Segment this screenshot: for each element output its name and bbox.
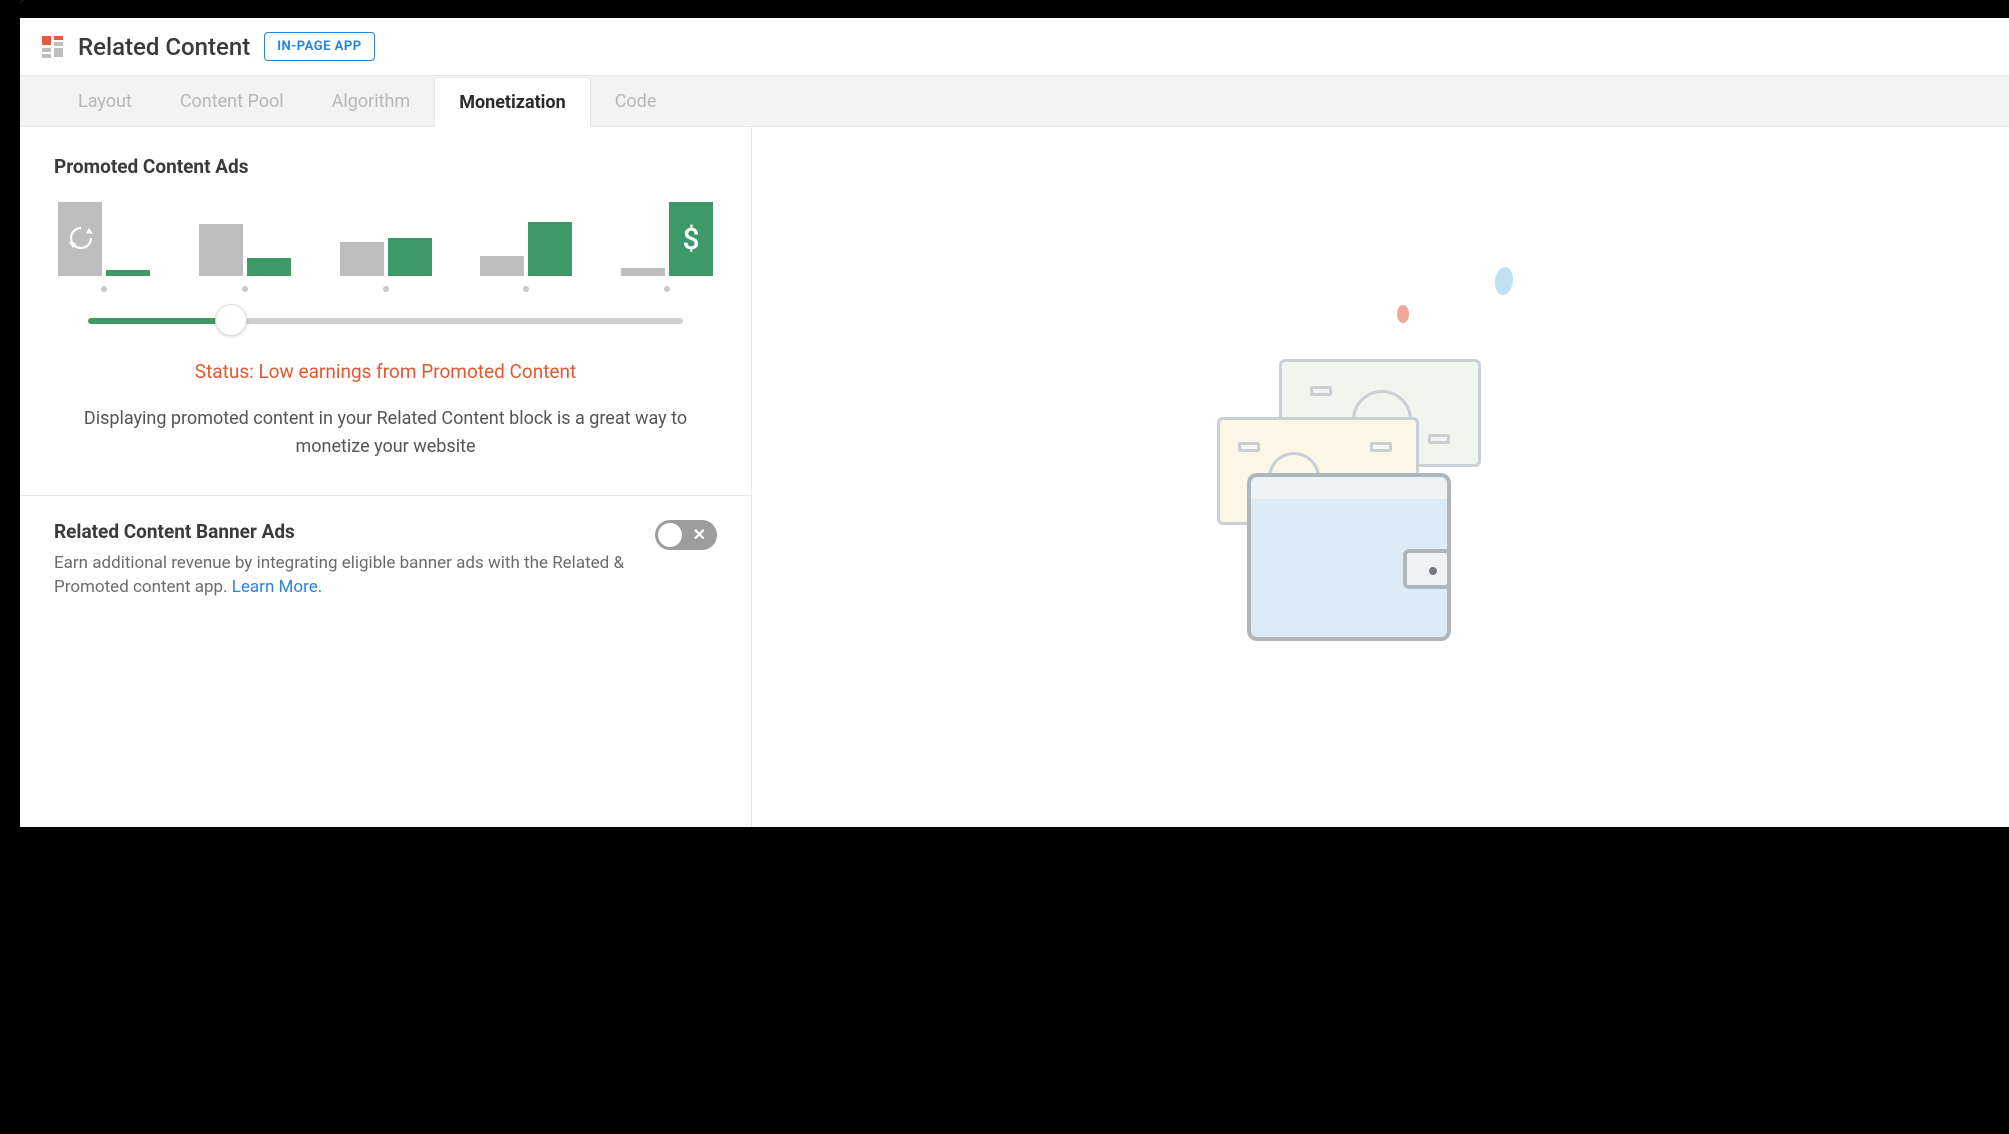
level-dot (664, 286, 670, 292)
wallet-icon (1247, 483, 1451, 641)
chart-level-5: $ (621, 202, 713, 292)
in-page-app-badge: IN-PAGE APP (264, 32, 374, 61)
left-rail (0, 0, 20, 827)
bar-green-1 (106, 270, 150, 276)
learn-more-link[interactable]: Learn More. (232, 577, 322, 597)
illustration-column (752, 127, 2009, 827)
promoted-ratio-slider[interactable] (88, 306, 683, 336)
tab-content-pool[interactable]: Content Pool (156, 77, 308, 126)
bar-green-2 (247, 258, 291, 276)
tab-layout[interactable]: Layout (54, 77, 156, 126)
bar-green-3 (388, 238, 432, 276)
slider-fill (88, 318, 231, 324)
tab-monetization[interactable]: Monetization (434, 77, 590, 127)
main-panel: Related Content IN-PAGE APP Layout Conte… (20, 0, 2009, 827)
body: Promoted Content Ads (20, 127, 2009, 827)
bar-grey-3 (340, 242, 384, 276)
banner-ads-toggle[interactable]: ✕ (655, 520, 717, 550)
level-dot (523, 286, 529, 292)
banner-text: Related Content Banner Ads Earn addition… (54, 520, 631, 600)
decorative-blob-red (1397, 305, 1409, 323)
promoted-heading: Promoted Content Ads (54, 155, 717, 178)
toggle-knob (658, 523, 682, 547)
header: Related Content IN-PAGE APP (20, 18, 2009, 75)
toggle-off-icon: ✕ (693, 525, 706, 544)
slider-thumb[interactable] (215, 304, 247, 336)
promoted-description: Displaying promoted content in your Rela… (54, 405, 717, 461)
decorative-blob-blue (1493, 266, 1515, 296)
level-dot (383, 286, 389, 292)
status-text: Status: Low earnings from Promoted Conte… (54, 360, 717, 383)
bar-grey-5 (621, 268, 665, 276)
dollar-icon: $ (669, 202, 713, 276)
wallet-illustration (1211, 267, 1551, 687)
promoted-content-section: Promoted Content Ads (20, 127, 751, 496)
chart-level-1 (58, 202, 150, 292)
banner-body: Earn additional revenue by integrating e… (54, 551, 631, 600)
bar-grey-4 (480, 256, 524, 276)
chart-level-4 (480, 202, 572, 292)
bar-grey-1 (58, 202, 102, 276)
banner-heading: Related Content Banner Ads (54, 520, 631, 543)
page-title: Related Content (78, 33, 250, 61)
tab-algorithm[interactable]: Algorithm (308, 77, 435, 126)
chart-level-2 (199, 202, 291, 292)
banner-ads-section: Related Content Banner Ads Earn addition… (20, 496, 751, 624)
recycle-icon (67, 224, 95, 252)
bar-grey-2 (199, 224, 243, 276)
tabs: Layout Content Pool Algorithm Monetizati… (20, 75, 2009, 127)
banner-body-text: Earn additional revenue by integrating e… (54, 553, 624, 598)
level-dot (101, 286, 107, 292)
settings-column: Promoted Content Ads (20, 127, 752, 827)
tab-code[interactable]: Code (591, 77, 681, 126)
level-dot (242, 286, 248, 292)
chart-level-3 (340, 202, 432, 292)
bar-green-4 (528, 222, 572, 276)
related-content-icon (42, 36, 64, 58)
window-top-bar (20, 0, 2009, 18)
promoted-ratio-chart: $ (58, 202, 713, 292)
